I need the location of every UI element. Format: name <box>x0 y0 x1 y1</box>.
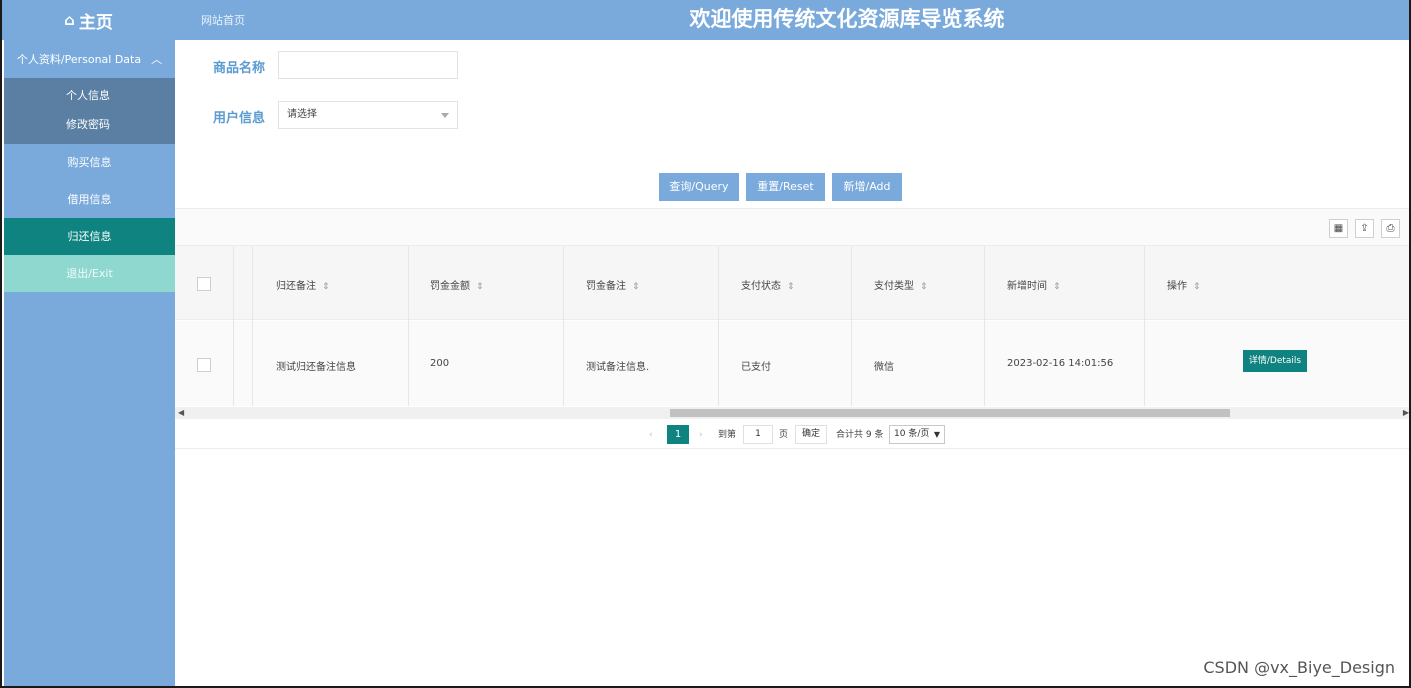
product-name-label: 商品名称 <box>213 61 266 76</box>
select-all-checkbox[interactable] <box>197 277 211 291</box>
page-unit-label: 页 <box>779 430 789 440</box>
prev-page-icon[interactable]: ‹ <box>649 426 653 444</box>
table-header: 归还备注 ⇕ 罚金金额 ⇕ 罚金备注 ⇕ 支付状态 ⇕ 支付类型 ⇕ 新增时间 ⇕ 操作 ⇕ <box>175 246 1409 320</box>
sidebar-item-return[interactable]: 归还信息 <box>4 218 175 255</box>
scroll-left-icon[interactable]: ◀ <box>178 407 184 419</box>
sort-icon: ⇕ <box>787 282 795 292</box>
column-divider <box>1144 246 1145 406</box>
row-checkbox[interactable] <box>197 358 211 372</box>
sidebar-item-profile[interactable]: 个人信息 <box>4 84 175 113</box>
sort-icon: ⇕ <box>632 282 640 292</box>
export-icon[interactable]: ⇪ <box>1355 219 1374 238</box>
column-header-return-note[interactable]: 归还备注 ⇕ <box>276 277 330 292</box>
column-divider <box>563 246 564 406</box>
cell-pay-type: 微信 <box>874 362 894 373</box>
column-header-created-at[interactable]: 新增时间 ⇕ <box>1007 277 1061 292</box>
page-button-current[interactable]: 1 <box>667 425 689 444</box>
reset-button[interactable]: 重置/Reset <box>746 173 825 201</box>
cell-created-at: 2023-02-16 14:01:56 <box>1007 358 1114 369</box>
sidebar-item-exit[interactable]: 退出/Exit <box>4 255 175 292</box>
site-home-link[interactable]: 网站首页 <box>201 12 245 28</box>
sidebar-group-personal-data[interactable]: 个人资料/Personal Data ︿ <box>4 40 175 78</box>
column-divider <box>233 246 234 406</box>
goto-label: 到第 <box>718 430 737 440</box>
system-title: 欢迎使用传统文化资源库导览系统 <box>689 7 1005 31</box>
app-window: ⌂ 主页 网站首页 欢迎使用传统文化资源库导览系统 个人资料/Personal … <box>0 0 1411 688</box>
column-divider <box>252 246 253 406</box>
column-divider <box>984 246 985 406</box>
column-header-pay-status[interactable]: 支付状态 ⇕ <box>741 277 795 292</box>
print-icon[interactable]: ⎙ <box>1381 219 1400 238</box>
columns-filter-icon[interactable]: ▦ <box>1329 219 1348 238</box>
product-name-input[interactable] <box>278 51 458 79</box>
chevron-down-icon <box>441 113 449 118</box>
goto-confirm-button[interactable]: 确定 <box>795 425 827 444</box>
cell-fine-amount: 200 <box>430 358 450 369</box>
table-toolbar <box>175 209 1409 245</box>
column-header-actions[interactable]: 操作 ⇕ <box>1167 277 1201 292</box>
next-page-icon[interactable]: › <box>699 426 703 444</box>
table-row <box>175 321 1409 406</box>
scroll-right-icon[interactable]: ▶ <box>1403 407 1409 419</box>
sidebar-submenu: 个人信息 修改密码 <box>4 78 175 144</box>
home-icon: ⌂ <box>64 11 75 29</box>
user-info-select-value: 请选择 <box>287 109 317 120</box>
sort-icon: ⇕ <box>476 282 484 292</box>
sidebar-item-borrow[interactable]: 借用信息 <box>4 181 175 218</box>
sort-icon: ⇕ <box>322 282 330 292</box>
watermark: CSDN @vx_Biye_Design <box>1203 658 1395 677</box>
sort-icon: ⇕ <box>1053 282 1061 292</box>
column-header-fine-note[interactable]: 罚金备注 ⇕ <box>586 277 640 292</box>
column-divider <box>408 246 409 406</box>
cell-fine-note: 测试备注信息. <box>586 362 650 373</box>
page-size-value: 10 条/页 <box>894 429 930 439</box>
scrollbar-thumb[interactable] <box>670 409 1230 417</box>
column-divider <box>718 246 719 406</box>
sidebar: 个人资料/Personal Data ︿ 个人信息 修改密码 购买信息 借用信息… <box>4 40 175 686</box>
horizontal-scrollbar[interactable]: ◀ ▶ <box>175 407 1409 419</box>
cell-return-note: 测试归还备注信息 <box>276 362 356 373</box>
column-divider <box>851 246 852 406</box>
user-info-select[interactable]: 请选择 <box>278 101 458 129</box>
chevron-down-icon: ▼ <box>933 430 940 439</box>
column-header-pay-type[interactable]: 支付类型 ⇕ <box>874 277 928 292</box>
goto-page-input[interactable]: 1 <box>743 425 773 444</box>
cell-pay-status: 已支付 <box>741 362 771 373</box>
pagination: ‹ 1 › 到第 1 页 确定 合计共 9 条 10 条/页 ▼ <box>175 419 1409 449</box>
sort-icon: ⇕ <box>920 282 928 292</box>
add-button[interactable]: 新增/Add <box>832 173 902 201</box>
top-bar: ⌂ 主页 网站首页 欢迎使用传统文化资源库导览系统 <box>2 0 1409 40</box>
query-button[interactable]: 查询/Query <box>659 173 739 201</box>
user-info-label: 用户信息 <box>213 111 266 126</box>
sidebar-group-label: 个人资料/Personal Data <box>16 53 142 66</box>
column-header-fine-amount[interactable]: 罚金金额 ⇕ <box>430 277 484 292</box>
details-button[interactable]: 详情/Details <box>1243 350 1307 372</box>
sidebar-item-change-password[interactable]: 修改密码 <box>4 113 175 142</box>
home-link[interactable]: ⌂ 主页 <box>2 0 175 40</box>
sort-icon: ⇕ <box>1193 282 1201 292</box>
chevron-up-icon: ︿ <box>151 53 163 66</box>
main-content: 商品名称 用户信息 请选择 查询/Query 重置/Reset 新增/Add ▦… <box>175 40 1409 686</box>
data-table: 归还备注 ⇕ 罚金金额 ⇕ 罚金备注 ⇕ 支付状态 ⇕ 支付类型 ⇕ 新增时间 ⇕ 操作 ⇕ … <box>175 245 1409 406</box>
sidebar-item-purchase[interactable]: 购买信息 <box>4 144 175 181</box>
total-count: 合计共 9 条 <box>836 430 884 440</box>
page-size-select[interactable]: 10 条/页 ▼ <box>889 425 945 444</box>
home-label: 主页 <box>78 12 113 33</box>
